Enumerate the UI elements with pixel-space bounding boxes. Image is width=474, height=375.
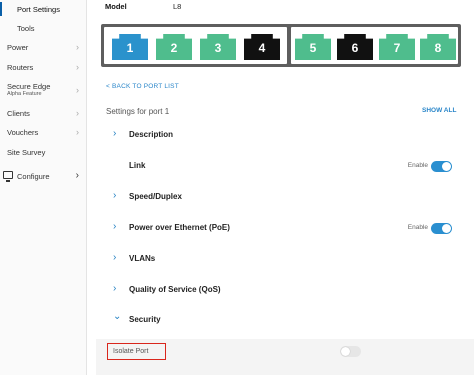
chevron-right-icon: ›: [113, 221, 117, 232]
section-vlans[interactable]: › VLANs: [96, 250, 462, 270]
section-title: VLANs: [129, 254, 156, 263]
sidebar-item-configure[interactable]: Configure ›: [0, 168, 87, 186]
port-8[interactable]: 8: [420, 34, 456, 60]
chevron-down-icon: ⌄: [113, 311, 122, 322]
switch-port-diagram: 1 2 3 4 5 6 7 8: [101, 24, 461, 67]
section-title: Security: [129, 315, 161, 324]
chevron-right-icon: ›: [113, 252, 117, 263]
sidebar-item-label: Routers: [7, 63, 34, 72]
section-title: Quality of Service (QoS): [129, 285, 221, 294]
section-title: Power over Ethernet (PoE): [129, 223, 230, 232]
chevron-right-icon: ›: [76, 127, 79, 137]
chevron-right-icon: ›: [113, 190, 117, 201]
chevron-right-icon: ›: [75, 170, 79, 181]
sidebar-item-label: Vouchers: [7, 128, 39, 137]
enable-label: Enable: [407, 162, 428, 169]
alpha-feature-badge: Alpha Feature: [7, 91, 42, 97]
section-title: Description: [129, 130, 174, 139]
port-1[interactable]: 1: [112, 34, 148, 60]
sidebar-item-label: Configure: [17, 172, 50, 181]
chevron-right-icon: ›: [76, 42, 79, 52]
port-7[interactable]: 7: [379, 34, 415, 60]
sidebar-item-port-settings[interactable]: Port Settings: [0, 2, 87, 16]
section-speed-duplex[interactable]: › Speed/Duplex: [96, 188, 462, 208]
chevron-right-icon: ›: [113, 283, 117, 294]
back-to-port-list-link[interactable]: < BACK TO PORT LIST: [106, 83, 179, 90]
port-group-left: 1 2 3 4: [104, 27, 287, 64]
chevron-right-icon: ›: [76, 85, 79, 95]
isolate-port-toggle[interactable]: [340, 346, 361, 357]
sidebar: Port Settings Tools Power › Routers › Se…: [0, 0, 87, 375]
enable-label: Enable: [407, 224, 428, 231]
chevron-right-icon: ›: [76, 62, 79, 72]
sidebar-item-label: Tools: [17, 24, 35, 33]
section-description[interactable]: › Description: [96, 126, 462, 146]
poe-toggle[interactable]: [431, 223, 452, 234]
section-poe[interactable]: › Power over Ethernet (PoE) Enable: [96, 219, 462, 239]
port-4[interactable]: 4: [244, 34, 280, 60]
port-6[interactable]: 6: [337, 34, 373, 60]
model-value: L8: [173, 2, 182, 11]
sidebar-item-label: Power: [7, 43, 29, 52]
link-toggle[interactable]: [431, 161, 452, 172]
section-qos[interactable]: › Quality of Service (QoS): [96, 281, 462, 301]
port-5[interactable]: 5: [295, 34, 331, 60]
chevron-right-icon: ›: [76, 108, 79, 118]
section-security[interactable]: ⌄ Security: [96, 311, 462, 331]
sidebar-item-label: Clients: [7, 109, 30, 118]
chevron-right-icon: ›: [113, 128, 117, 139]
port-3[interactable]: 3: [200, 34, 236, 60]
port-group-right: 5 6 7 8: [291, 27, 458, 64]
model-label: Model: [105, 2, 127, 11]
isolate-port-label: Isolate Port: [107, 343, 166, 360]
section-title: Link: [129, 161, 146, 170]
show-all-link[interactable]: SHOW ALL: [422, 107, 456, 114]
port-2[interactable]: 2: [156, 34, 192, 60]
section-link: Link Enable: [96, 157, 462, 177]
sidebar-item-label: Secure Edge: [7, 82, 51, 91]
settings-title: Settings for port 1: [106, 107, 170, 116]
sidebar-item-label: Site Survey: [7, 148, 46, 157]
section-title: Speed/Duplex: [129, 192, 182, 201]
monitor-icon: [3, 171, 13, 182]
sidebar-item-label: Port Settings: [17, 5, 60, 14]
